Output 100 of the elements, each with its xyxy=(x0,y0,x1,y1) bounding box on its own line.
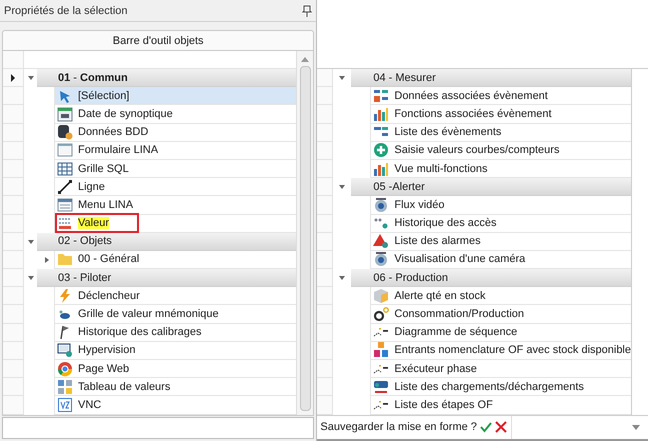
collapse-arrow-icon[interactable] xyxy=(26,274,34,282)
row-header-cell[interactable] xyxy=(317,287,334,306)
tree-item[interactable]: [Sélection] xyxy=(54,87,296,106)
folder-icon xyxy=(57,251,73,268)
form-icon xyxy=(57,142,73,158)
row-header-cell[interactable] xyxy=(317,196,334,214)
row-header-cell[interactable] xyxy=(317,142,334,160)
tree-item[interactable]: Formulaire LINA xyxy=(54,142,296,160)
tree-item[interactable]: Liste des chargements/déchargements xyxy=(370,378,631,396)
row-header-cell[interactable] xyxy=(317,69,334,88)
row-header-cell[interactable] xyxy=(317,396,334,415)
row-header-cell[interactable] xyxy=(317,87,334,106)
row-header-cell[interactable] xyxy=(3,196,24,214)
tree-item[interactable]: Exécuteur phase xyxy=(370,360,631,378)
row-header-cell[interactable] xyxy=(3,160,24,178)
row-header-cell[interactable] xyxy=(3,305,24,324)
close-icon[interactable] xyxy=(494,421,507,434)
row-header-cell[interactable] xyxy=(317,232,334,251)
toolbar-header[interactable]: Barre d'outil objets xyxy=(2,30,314,51)
row-header-cell[interactable] xyxy=(317,305,334,324)
row-header-cell[interactable] xyxy=(3,105,24,124)
tree-item[interactable]: Historique des accès xyxy=(370,214,631,233)
row-header-cell[interactable] xyxy=(3,378,24,396)
tree-item[interactable]: Saisie valeurs courbes/compteurs xyxy=(370,142,631,160)
tree-item[interactable]: Liste des alarmes xyxy=(370,232,631,251)
menu-icon xyxy=(57,196,73,213)
row-header-cell[interactable] xyxy=(3,342,24,360)
tree-item[interactable]: Flux vidéo xyxy=(370,196,631,214)
tree-item[interactable]: Page Web xyxy=(54,360,296,378)
collapse-arrow-icon[interactable] xyxy=(26,238,34,246)
tree-item[interactable]: Liste des évènements xyxy=(370,124,631,142)
tree-item[interactable]: Liste des étapes OF xyxy=(370,396,631,415)
tree-item[interactable]: Entrants nomenclature OF avec stock disponible xyxy=(370,342,631,360)
collapse-arrow-icon[interactable] xyxy=(26,74,34,82)
row-header-cell[interactable] xyxy=(317,360,334,378)
row-header-cell[interactable] xyxy=(3,142,24,160)
dropdown-arrow-icon[interactable] xyxy=(632,424,640,430)
tree-item[interactable]: Déclencheur xyxy=(54,287,296,306)
row-header-cell[interactable] xyxy=(317,269,334,288)
pin-icon[interactable] xyxy=(302,4,312,16)
confirm-check-icon[interactable] xyxy=(480,421,492,434)
tree-item[interactable]: Grille SQL xyxy=(54,160,296,178)
tree-item[interactable]: VNC xyxy=(54,396,296,415)
group-header[interactable]: 04 - Mesurer xyxy=(351,69,631,88)
collapse-arrow-icon[interactable] xyxy=(338,74,346,82)
tree-item[interactable]: Hypervision xyxy=(54,342,296,360)
row-header-cell[interactable] xyxy=(3,250,24,270)
scrollbar[interactable] xyxy=(296,51,314,415)
row-header-cell[interactable] xyxy=(3,69,24,88)
tree-item[interactable]: Consommation/Production xyxy=(370,305,631,324)
row-header-cell[interactable] xyxy=(3,360,24,378)
row-header-cell[interactable] xyxy=(317,342,334,360)
group-header[interactable]: 03 - Piloter xyxy=(37,269,296,288)
collapse-arrow-icon[interactable] xyxy=(338,274,346,282)
tree-item[interactable]: Diagramme de séquence xyxy=(370,324,631,342)
tree-item[interactable]: Fonctions associées évènement xyxy=(370,105,631,124)
group-header[interactable]: 06 - Production xyxy=(351,269,631,288)
row-header-cell[interactable] xyxy=(3,232,24,251)
row-header-cell[interactable] xyxy=(3,269,24,288)
tree-item[interactable]: Ligne xyxy=(54,178,296,196)
row-header-cell[interactable] xyxy=(3,214,24,233)
tree-item[interactable]: Données BDD xyxy=(54,124,296,142)
group-header[interactable]: 02 - Objets xyxy=(37,232,296,251)
scroll-thumb[interactable] xyxy=(300,66,311,411)
expand-arrow-icon[interactable] xyxy=(43,256,51,264)
camera-icon xyxy=(373,251,390,268)
row-header-cell[interactable] xyxy=(317,378,334,396)
row-header-cell[interactable] xyxy=(3,396,24,415)
blocks-icon xyxy=(373,342,390,358)
row-header-cell[interactable] xyxy=(3,178,24,196)
tree-item[interactable]: Historique des calibrages xyxy=(54,324,296,342)
row-header-cell[interactable] xyxy=(317,160,334,178)
browser-icon xyxy=(57,360,73,377)
row-header-cell[interactable] xyxy=(317,124,334,142)
row-header-cell[interactable] xyxy=(317,178,334,196)
line-icon xyxy=(57,178,73,195)
tree-item[interactable]: Menu LINA xyxy=(54,196,296,214)
panel-title: Propriétés de la sélection xyxy=(4,4,128,16)
database-icon xyxy=(57,124,73,140)
group-header[interactable]: 01 - Commun xyxy=(37,69,296,88)
camera-icon xyxy=(373,196,390,213)
row-header-cell[interactable] xyxy=(317,214,334,233)
row-header-cell[interactable] xyxy=(317,250,334,270)
row-header-cell[interactable] xyxy=(3,87,24,106)
gear-icon xyxy=(373,306,390,322)
row-header-cell[interactable] xyxy=(317,105,334,124)
row-header-cell[interactable] xyxy=(3,124,24,142)
plus-icon xyxy=(373,142,390,158)
tree-item[interactable]: Date de synoptique xyxy=(54,105,296,124)
row-header-cell[interactable] xyxy=(3,324,24,342)
tree-item[interactable]: Données associées évènement xyxy=(370,87,631,106)
tree-item[interactable]: Alerte qté en stock xyxy=(370,287,631,306)
group-header[interactable]: 05 -Alerter xyxy=(351,178,631,196)
collapse-arrow-icon[interactable] xyxy=(338,183,346,192)
tree-item[interactable]: Tableau de valeurs xyxy=(54,378,296,396)
scroll-up-arrow-icon[interactable] xyxy=(301,57,310,62)
flowchart-icon xyxy=(373,88,390,104)
tree-item[interactable]: Grille de valeur mnémonique xyxy=(54,305,296,324)
row-header-cell[interactable] xyxy=(317,324,334,342)
row-header-cell[interactable] xyxy=(3,287,24,306)
